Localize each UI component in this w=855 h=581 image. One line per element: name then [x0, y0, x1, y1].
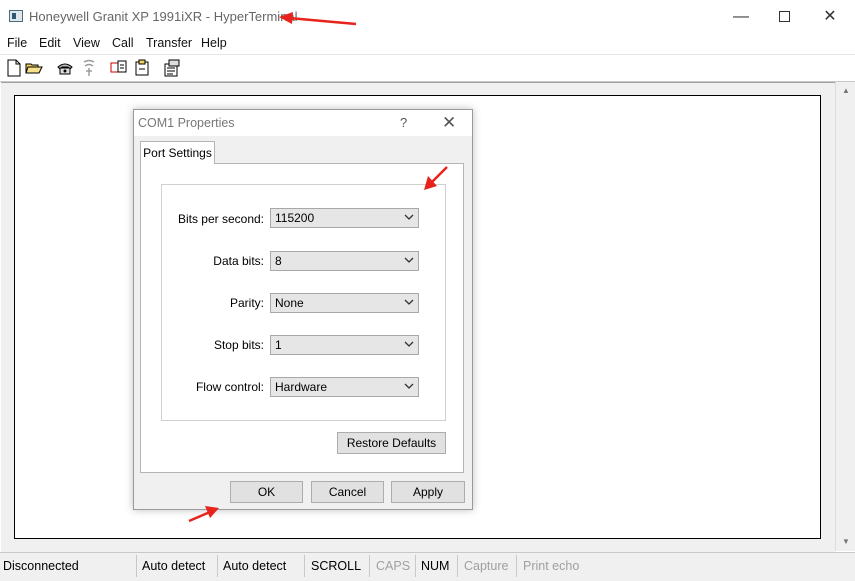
close-button[interactable]: ✕ — [816, 6, 844, 28]
data-bits-label: Data bits: — [213, 254, 264, 268]
chevron-down-icon — [404, 383, 414, 389]
menu-call[interactable]: Call — [112, 36, 134, 50]
menu-view[interactable]: View — [73, 36, 100, 50]
menu-edit[interactable]: Edit — [39, 36, 61, 50]
port-settings-panel: Bits per second: 115200 Data bits: 8 Par… — [140, 163, 464, 473]
apply-button[interactable]: Apply — [391, 481, 465, 503]
parity-label: Parity: — [229, 296, 264, 310]
status-bar: Disconnected Auto detect Auto detect SCR… — [0, 552, 855, 581]
scroll-up-icon[interactable]: ▲ — [841, 86, 851, 96]
com1-properties-dialog: COM1 Properties ? ✕ Port Settings Bits p… — [133, 109, 473, 510]
chevron-down-icon — [404, 214, 414, 220]
properties-icon[interactable] — [163, 59, 181, 77]
status-caps: CAPS — [373, 555, 416, 577]
status-port-settings: Auto detect — [220, 555, 305, 577]
status-connection: Disconnected — [0, 555, 137, 577]
tab-port-settings[interactable]: Port Settings — [140, 141, 215, 164]
stop-bits-value: 1 — [275, 338, 282, 352]
help-button[interactable]: ? — [400, 115, 407, 130]
menu-help[interactable]: Help — [201, 36, 227, 50]
window-title: Honeywell Granit XP 1991iXR - HyperTermi… — [29, 9, 298, 24]
flow-control-label: Flow control: — [195, 380, 264, 394]
send-icon[interactable] — [110, 59, 128, 77]
data-bits-select[interactable]: 8 — [270, 251, 419, 271]
ok-button[interactable]: OK — [230, 481, 303, 503]
dialog-title-bar: COM1 Properties ? ✕ — [134, 110, 472, 136]
chevron-down-icon — [404, 299, 414, 305]
menu-file[interactable]: File — [7, 36, 27, 50]
menu-bar: File Edit View Call Transfer Help — [0, 34, 855, 54]
hyperterminal-app-icon — [9, 10, 23, 22]
toolbar — [0, 54, 855, 82]
data-bits-value: 8 — [275, 254, 282, 268]
dialog-close-button[interactable]: ✕ — [442, 113, 456, 133]
status-emulation: Auto detect — [139, 555, 218, 577]
dialog-title: COM1 Properties — [138, 116, 235, 130]
call-icon[interactable] — [56, 59, 74, 77]
bits-per-second-label: Bits per second: — [177, 212, 264, 226]
status-num: NUM — [418, 555, 458, 577]
vertical-scrollbar[interactable]: ▲ ▼ — [835, 82, 855, 551]
open-folder-icon[interactable] — [25, 59, 43, 77]
status-print-echo: Print echo — [523, 559, 580, 573]
minimize-button[interactable]: — — [727, 6, 755, 28]
status-capture: Capture — [461, 555, 517, 577]
parity-value: None — [275, 296, 304, 310]
port-settings-group: Bits per second: 115200 Data bits: 8 Par… — [161, 184, 446, 421]
bits-per-second-value: 115200 — [275, 211, 315, 225]
parity-select[interactable]: None — [270, 293, 419, 313]
maximize-icon — [778, 11, 790, 23]
status-scroll: SCROLL — [308, 555, 370, 577]
cancel-button[interactable]: Cancel — [311, 481, 384, 503]
disconnect-icon[interactable] — [80, 59, 98, 77]
stop-bits-label: Stop bits: — [213, 338, 264, 352]
maximize-button[interactable] — [770, 6, 798, 28]
restore-defaults-button[interactable]: Restore Defaults — [337, 432, 446, 454]
scroll-down-icon[interactable]: ▼ — [841, 537, 851, 547]
chevron-down-icon — [404, 341, 414, 347]
receive-icon[interactable] — [133, 59, 151, 77]
stop-bits-select[interactable]: 1 — [270, 335, 419, 355]
title-bar: Honeywell Granit XP 1991iXR - HyperTermi… — [0, 0, 855, 34]
flow-control-value: Hardware — [275, 380, 328, 394]
new-file-icon[interactable] — [5, 59, 23, 77]
menu-transfer[interactable]: Transfer — [146, 36, 192, 50]
bits-per-second-select[interactable]: 115200 — [270, 208, 419, 228]
flow-control-select[interactable]: Hardware — [270, 377, 419, 397]
chevron-down-icon — [404, 257, 414, 263]
